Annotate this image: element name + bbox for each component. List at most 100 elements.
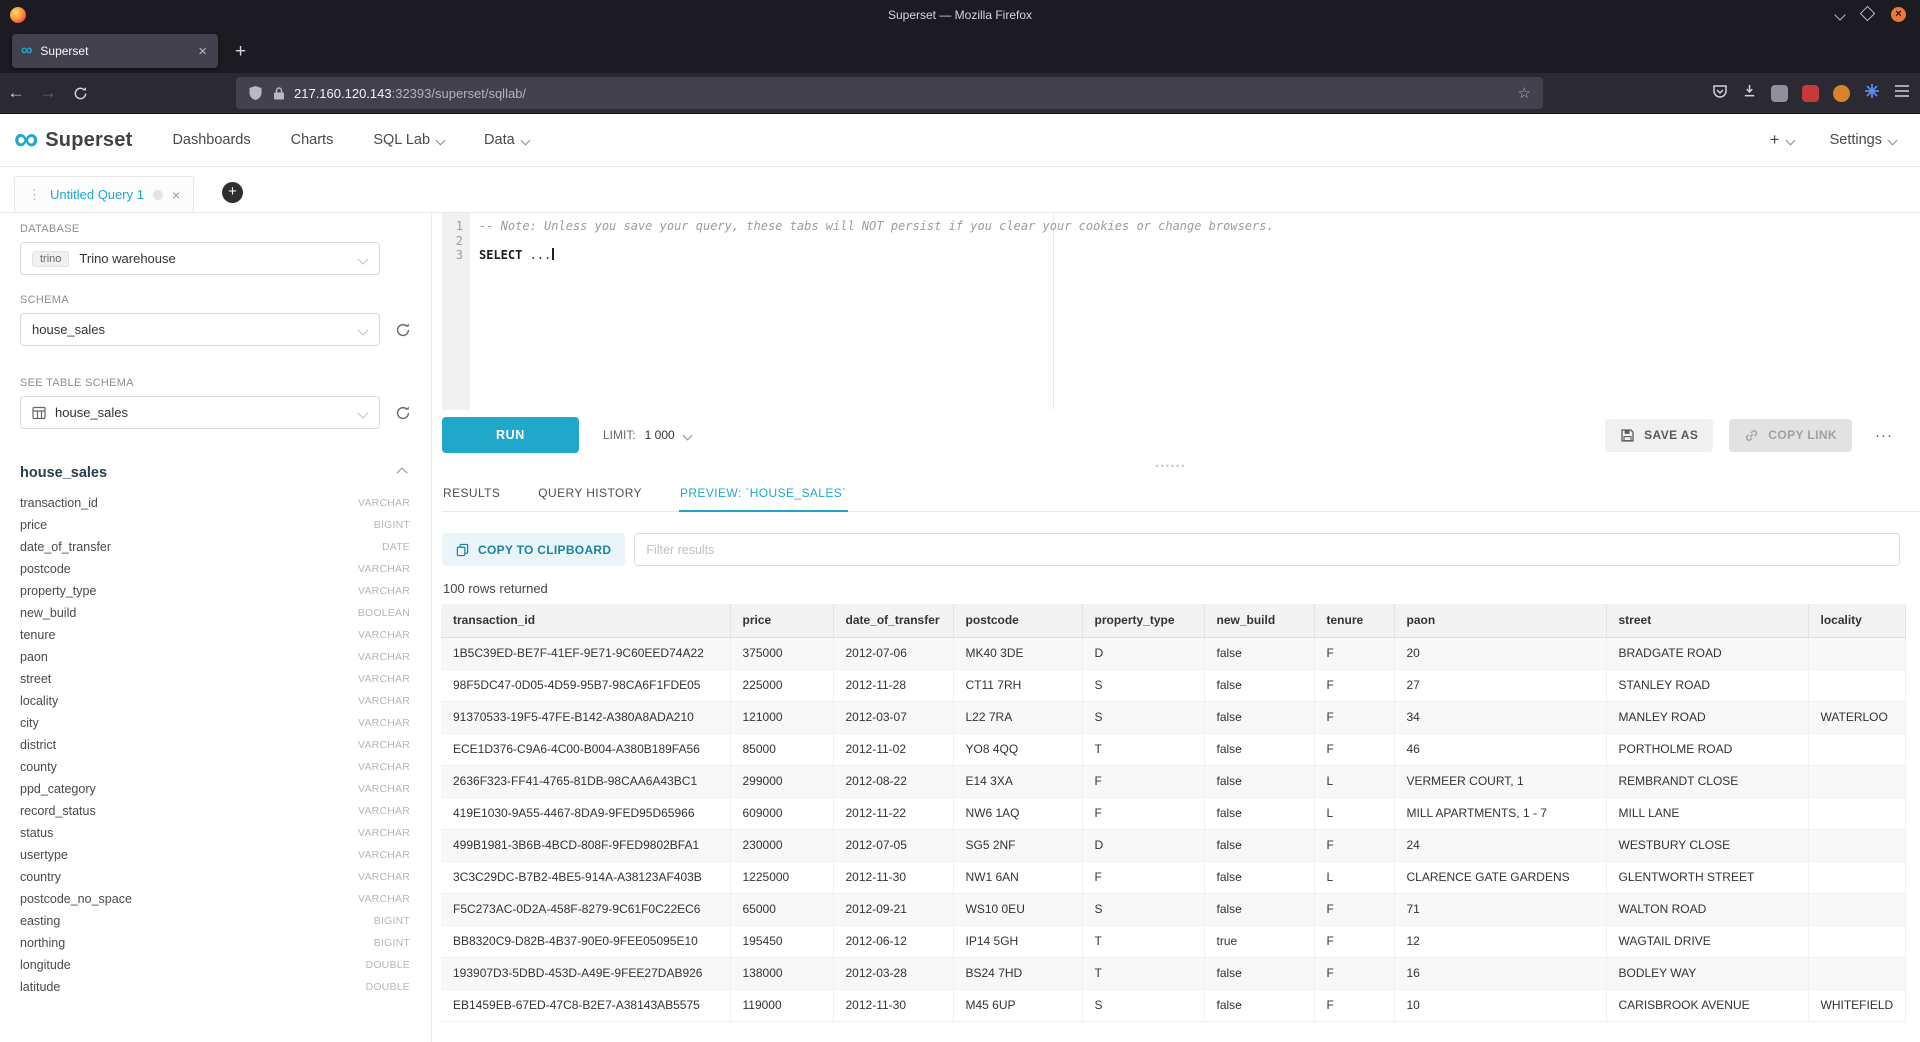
bookmark-star-icon[interactable]: ☆ xyxy=(1518,84,1531,102)
new-tab-button[interactable]: + xyxy=(235,42,246,61)
column-type: VARCHAR xyxy=(358,695,410,707)
table-cell xyxy=(1808,669,1905,701)
table-cell xyxy=(1808,829,1905,861)
results-tab-results[interactable]: RESULTS xyxy=(442,476,501,512)
table-cell: 34 xyxy=(1394,701,1606,733)
drag-handle-icon[interactable]: ⋮ xyxy=(28,187,41,203)
column-item-county: countyVARCHAR xyxy=(20,756,410,778)
table-cell: false xyxy=(1204,765,1314,797)
pocket-icon[interactable] xyxy=(1712,83,1728,104)
table-cell: BS24 7HD xyxy=(953,957,1082,989)
table-cell: 419E1030-9A55-4467-8DA9-9FED95D65966 xyxy=(441,797,730,829)
column-header-street[interactable]: street xyxy=(1606,604,1808,637)
table-row: 98F5DC47-0D05-4D59-95B7-98CA6F1FDE052250… xyxy=(441,669,1905,701)
column-header-date_of_transfer[interactable]: date_of_transfer xyxy=(833,604,953,637)
copy-icon xyxy=(456,543,469,557)
save-as-button[interactable]: SAVE AS xyxy=(1605,419,1713,452)
nav-sql-lab[interactable]: SQL Lab xyxy=(373,132,444,148)
extension-sparkle-icon[interactable] xyxy=(1864,83,1880,104)
table-cell: 2012-03-28 xyxy=(833,957,953,989)
column-header-locality[interactable]: locality xyxy=(1808,604,1905,637)
column-header-property_type[interactable]: property_type xyxy=(1082,604,1204,637)
column-name: county xyxy=(20,760,358,774)
settings-menu[interactable]: Settings xyxy=(1830,132,1896,148)
column-type: VARCHAR xyxy=(358,673,410,685)
column-header-paon[interactable]: paon xyxy=(1394,604,1606,637)
table-select[interactable]: house_sales xyxy=(20,396,380,429)
back-button[interactable]: ← xyxy=(0,83,32,103)
column-type: VARCHAR xyxy=(358,585,410,597)
column-name: street xyxy=(20,672,358,686)
sql-editor[interactable]: 1 2 3 -- Note: Unless you save your quer… xyxy=(442,213,1900,410)
column-header-new_build[interactable]: new_build xyxy=(1204,604,1314,637)
column-name: usertype xyxy=(20,848,358,862)
table-cell xyxy=(1808,797,1905,829)
window-maximize-icon[interactable] xyxy=(1862,6,1873,24)
column-name: status xyxy=(20,826,358,840)
editor-code[interactable]: -- Note: Unless you save your query, the… xyxy=(470,213,1900,410)
nav-dashboards[interactable]: Dashboards xyxy=(172,132,250,148)
collapse-table-icon[interactable] xyxy=(396,467,407,478)
table-cell: false xyxy=(1204,957,1314,989)
table-cell: 2012-07-05 xyxy=(833,829,953,861)
shield-icon[interactable] xyxy=(248,85,263,101)
query-tab-close-icon[interactable]: × xyxy=(172,187,180,203)
results-tab-query-history[interactable]: QUERY HISTORY xyxy=(537,476,643,512)
add-new-button[interactable]: + xyxy=(1770,130,1794,150)
extension-avatar-icon[interactable] xyxy=(1833,85,1850,102)
window-close-icon[interactable]: × xyxy=(1891,7,1906,22)
column-item-tenure: tenureVARCHAR xyxy=(20,624,410,646)
refresh-schema-button[interactable] xyxy=(395,322,411,338)
sql-comment: -- Note: Unless you save your query, the… xyxy=(479,219,1274,233)
table-cell: 230000 xyxy=(730,829,833,861)
menu-icon[interactable] xyxy=(1894,84,1910,103)
query-state-dot xyxy=(153,190,163,200)
table-row: 91370533-19F5-47FE-B142-A380A8ADA2101210… xyxy=(441,701,1905,733)
superset-favicon-icon: ∞ xyxy=(21,43,32,59)
save-as-label: SAVE AS xyxy=(1644,428,1698,442)
table-cell: 12 xyxy=(1394,925,1606,957)
window-minimize-icon[interactable] xyxy=(1836,6,1844,24)
table-cell: T xyxy=(1082,957,1204,989)
column-header-transaction_id[interactable]: transaction_id xyxy=(441,604,730,637)
more-options-button[interactable]: ··· xyxy=(1868,427,1900,444)
brand-name[interactable]: Superset xyxy=(45,129,132,152)
column-header-tenure[interactable]: tenure xyxy=(1314,604,1394,637)
table-cell: F xyxy=(1314,829,1394,861)
extension-mask-icon[interactable] xyxy=(1771,85,1788,102)
refresh-table-button[interactable] xyxy=(395,405,411,421)
limit-dropdown[interactable]: LIMIT: 1 000 xyxy=(603,428,691,442)
extension-adblock-icon[interactable] xyxy=(1802,85,1819,102)
copy-to-clipboard-button[interactable]: COPY TO CLIPBOARD xyxy=(442,533,625,566)
column-header-price[interactable]: price xyxy=(730,604,833,637)
schema-select[interactable]: house_sales xyxy=(20,313,380,346)
downloads-icon[interactable] xyxy=(1742,83,1757,103)
column-name: longitude xyxy=(20,958,366,972)
reload-button[interactable] xyxy=(64,83,96,103)
query-tab[interactable]: ⋮ Untitled Query 1 × xyxy=(14,176,194,212)
table-cell: VERMEER COURT, 1 xyxy=(1394,765,1606,797)
nav-data[interactable]: Data xyxy=(484,132,529,148)
column-type: BOOLEAN xyxy=(358,607,410,619)
database-select[interactable]: trino Trino warehouse xyxy=(20,242,380,275)
table-cell: WATERLOO xyxy=(1808,701,1905,733)
add-query-tab-button[interactable]: + xyxy=(222,182,243,203)
filter-results-input[interactable] xyxy=(634,533,1900,566)
table-cell: 2012-07-06 xyxy=(833,637,953,669)
line-number: 3 xyxy=(442,248,463,263)
copy-link-button[interactable]: COPY LINK xyxy=(1729,419,1852,452)
browser-tab-superset[interactable]: ∞ Superset × xyxy=(12,34,218,68)
table-row: 1B5C39ED-BE7F-41EF-9E71-9C60EED74A223750… xyxy=(441,637,1905,669)
column-header-postcode[interactable]: postcode xyxy=(953,604,1082,637)
run-button[interactable]: RUN xyxy=(442,417,579,453)
table-cell: false xyxy=(1204,893,1314,925)
results-tab-preview-house-sales[interactable]: PREVIEW: `HOUSE_SALES` xyxy=(679,476,848,512)
nav-charts[interactable]: Charts xyxy=(291,132,334,148)
superset-logo-icon[interactable]: ∞ xyxy=(14,126,38,153)
forward-button[interactable]: → xyxy=(32,83,64,103)
results-tabs: RESULTS QUERY HISTORY PREVIEW: `HOUSE_SALE… xyxy=(442,476,1920,512)
lock-icon[interactable] xyxy=(273,86,285,101)
url-bar[interactable]: 217.160.120.143:32393/superset/sqllab/ ☆ xyxy=(236,77,1543,109)
pane-resize-handle[interactable]: •••••• xyxy=(442,460,1900,473)
tab-close-icon[interactable]: × xyxy=(196,43,209,60)
